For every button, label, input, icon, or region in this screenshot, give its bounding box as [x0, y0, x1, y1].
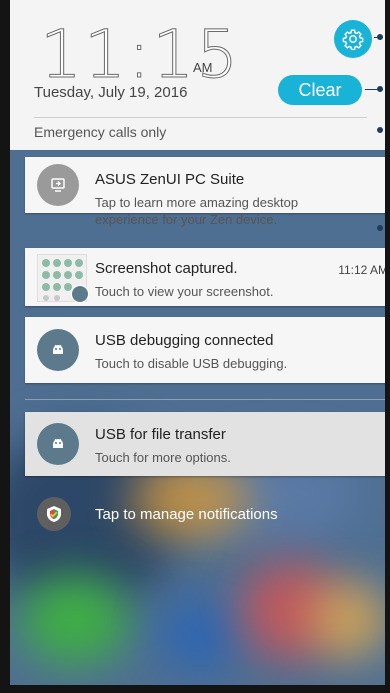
notification-time: 11:12 AM — [338, 263, 385, 277]
wallpaper-blur — [20, 575, 130, 665]
notification-body: Touch to disable USB debugging. — [95, 356, 288, 371]
pc-suite-icon — [37, 164, 79, 206]
callout-dot — [377, 86, 383, 92]
notification-body: Tap to learn more amazing desktop experi… — [95, 194, 298, 228]
quick-settings-header: 11:15 AM Tuesday, July 19, 2016 Clear Em… — [10, 0, 385, 150]
callout-dot — [377, 225, 383, 231]
notification-body: Touch to view your screenshot. — [95, 284, 274, 299]
notification-title: USB debugging connected — [95, 332, 274, 349]
notification-title: Screenshot captured. — [95, 260, 238, 277]
header-divider — [34, 117, 367, 118]
manage-notifications-button[interactable]: Tap to manage notifications — [37, 497, 357, 537]
clock-ampm: AM — [193, 60, 213, 75]
network-status: Emergency calls only — [34, 124, 167, 140]
wallpaper-blur — [310, 580, 385, 660]
wallpaper-blur — [160, 600, 240, 670]
android-icon — [37, 423, 79, 465]
shield-icon — [37, 497, 71, 531]
device-frame: 11:15 AM Tuesday, July 19, 2016 Clear Em… — [0, 0, 390, 693]
screenshot-thumbnail — [37, 254, 89, 303]
clear-all-button[interactable]: Clear — [278, 75, 362, 105]
callout-dot — [377, 127, 383, 133]
clock-display: 11:15 — [39, 10, 241, 94]
notification-body-line: Tap to learn more amazing desktop — [95, 195, 299, 210]
manage-notifications-label: Tap to manage notifications — [95, 506, 278, 523]
android-glyph — [53, 344, 63, 354]
callout-dot — [377, 34, 383, 40]
notification-card-usb-debugging[interactable]: USB debugging connected Touch to disable… — [25, 317, 385, 383]
notification-body: Touch for more options. — [95, 450, 231, 465]
screenshot-badge-icon — [71, 285, 89, 303]
pc-suite-glyph — [51, 178, 65, 192]
date-label: Tuesday, July 19, 2016 — [34, 84, 188, 101]
notification-card-screenshot[interactable]: Screenshot captured. 11:12 AM Touch to v… — [25, 248, 385, 306]
notification-card-pc-suite[interactable]: ASUS ZenUI PC Suite Tap to learn more am… — [25, 157, 385, 227]
notification-title: USB for file transfer — [95, 426, 226, 443]
settings-button[interactable] — [334, 20, 372, 58]
section-divider — [25, 399, 385, 400]
notification-shade: 11:15 AM Tuesday, July 19, 2016 Clear Em… — [10, 0, 385, 685]
notification-card-usb-transfer[interactable]: USB for file transfer Touch for more opt… — [25, 412, 385, 476]
notification-title: ASUS ZenUI PC Suite — [95, 171, 245, 188]
android-glyph — [53, 438, 63, 448]
shield-glyph — [47, 506, 61, 522]
clock-time: 11:15 — [39, 16, 241, 94]
gear-icon — [342, 29, 364, 50]
android-icon — [37, 329, 79, 371]
notification-body-line: experience for your Zen device. — [95, 212, 278, 227]
